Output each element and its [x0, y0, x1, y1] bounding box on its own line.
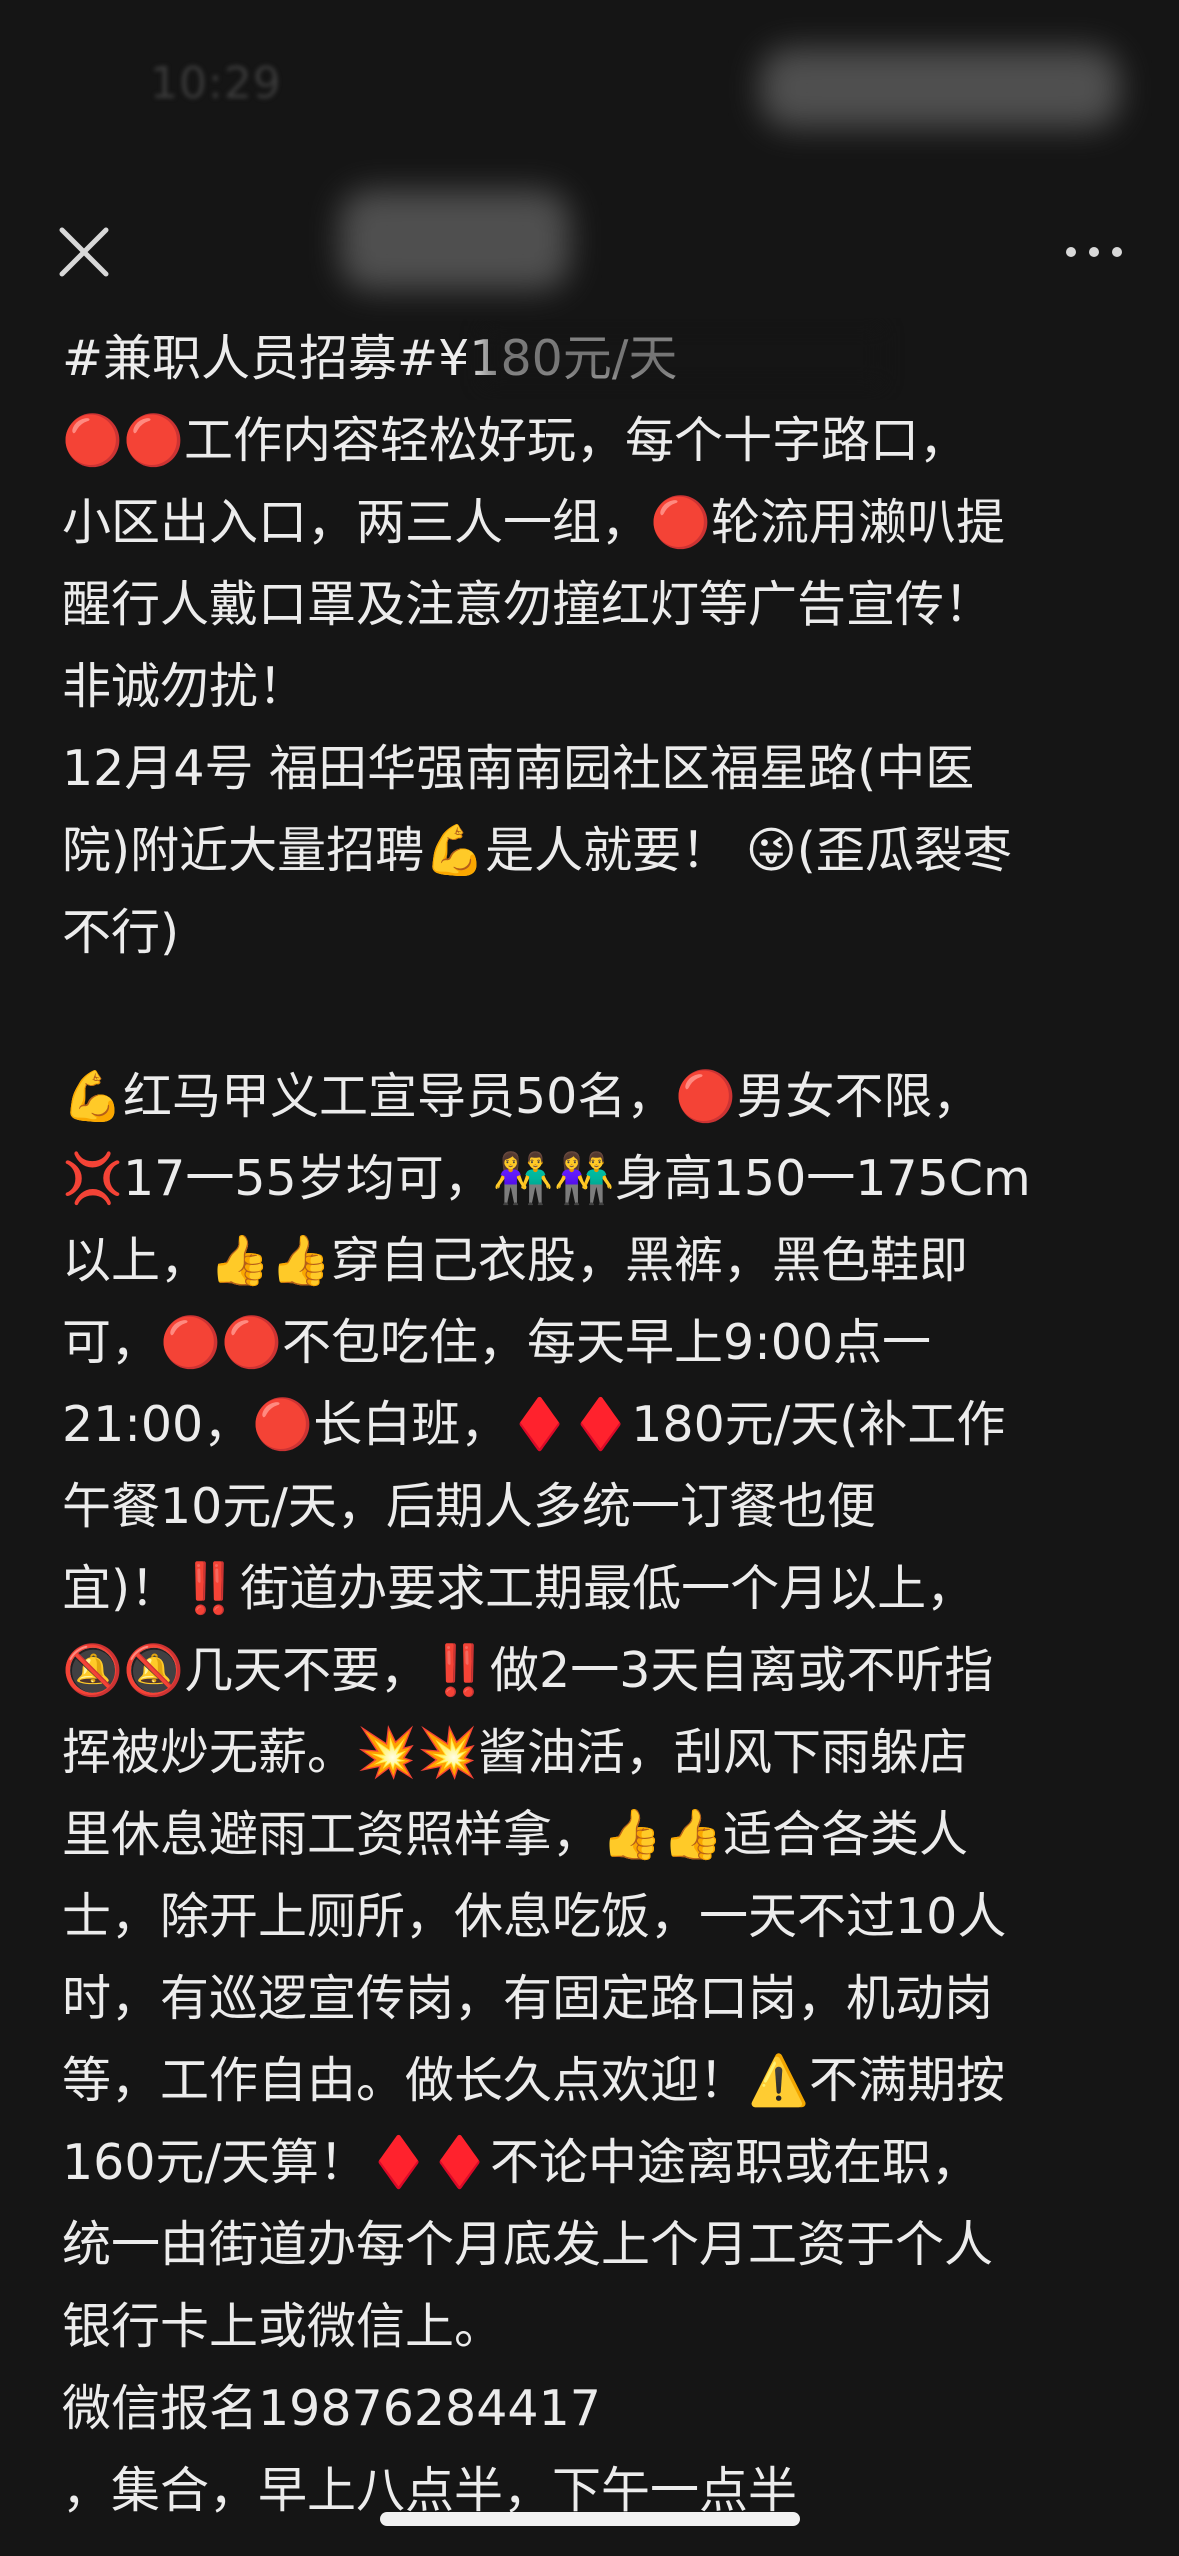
title-overlay-blur	[482, 326, 882, 386]
post-text-line: 院)附近大量招聘💪是人就要！ 😜(歪瓜裂枣	[62, 822, 1012, 879]
more-button[interactable]	[1059, 222, 1129, 282]
post-text-line: 微信报名19876284417	[62, 2380, 601, 2437]
post-text-line: 🔕🔕几天不要，‼️做2一3天自离或不听指	[62, 1642, 994, 1699]
post-text-line: 160元/天算！♦️♦️不论中途离职或在职，	[62, 2134, 981, 2191]
post-text-line: 以上，👍👍穿自己衣股，黑裤，黑色鞋即	[62, 1232, 969, 1289]
post-text-line: 🔴🔴工作内容轻松好玩，每个十字路口，	[62, 412, 969, 469]
post-text-line: 银行卡上或微信上。	[62, 2298, 504, 2355]
post-text-line: 里休息避雨工资照样拿，👍👍适合各类人	[62, 1806, 969, 1863]
post-content: #兼职人员招募#¥180元/天 🔴🔴工作内容轻松好玩，每个十字路口， 小区出入口，两…	[62, 318, 1142, 2532]
post-text-line: 可，🔴🔴不包吃住，每天早上9:00点一	[62, 1314, 932, 1371]
post-text-line: 统一由街道办每个月底发上个月工资于个人	[62, 2216, 994, 2273]
post-text-line: 午餐10元/天，后期人多统一订餐也便	[62, 1478, 876, 1535]
post-text-line: 醒行人戴口罩及注意勿撞红灯等广告宣传！	[62, 576, 994, 633]
redacted-status-icons	[760, 48, 1120, 128]
post-text-line: 挥被炒无薪。💥💥酱油活，刮风下雨躲店	[62, 1724, 969, 1781]
close-icon	[59, 227, 109, 277]
post-text-line: 💪红马甲义工宣导员50名，🔴男女不限，	[62, 1068, 982, 1125]
home-indicator[interactable]	[380, 2512, 800, 2526]
close-button[interactable]	[52, 220, 116, 284]
post-text-line: 不行)	[62, 904, 180, 961]
more-icon	[1066, 247, 1122, 257]
post-text-line: 士，除开上厕所，休息吃饭，一天不过10人	[62, 1888, 1007, 1945]
post-text-line: 💢17一55岁均可，👫👫身高150一175Cm	[62, 1150, 1031, 1207]
status-time: 10:29	[150, 58, 282, 109]
post-text-line: 时，有巡逻宣传岗，有固定路口岗，机动岗	[62, 1970, 994, 2027]
post-title-line: #兼职人员招募#¥180元/天	[62, 318, 1142, 400]
post-text-line: 等，工作自由。做长久点欢迎！⚠️不满期按	[62, 2052, 1006, 2109]
post-text-line: 宜)！‼️街道办要求工期最低一个月以上，	[62, 1560, 976, 1617]
nav-bar	[0, 190, 1179, 300]
post-text-line: 非诚勿扰！	[62, 658, 308, 715]
status-bar: 10:29	[0, 0, 1179, 150]
post-text-line: 21:00，🔴长白班，♦️♦️180元/天(补工作	[62, 1396, 1006, 1453]
post-text-line: 12月4号 福田华强南南园社区福星路(中医	[62, 740, 975, 797]
post-text-line: 小区出入口，两三人一组，🔴轮流用濑叭提	[62, 494, 1006, 551]
